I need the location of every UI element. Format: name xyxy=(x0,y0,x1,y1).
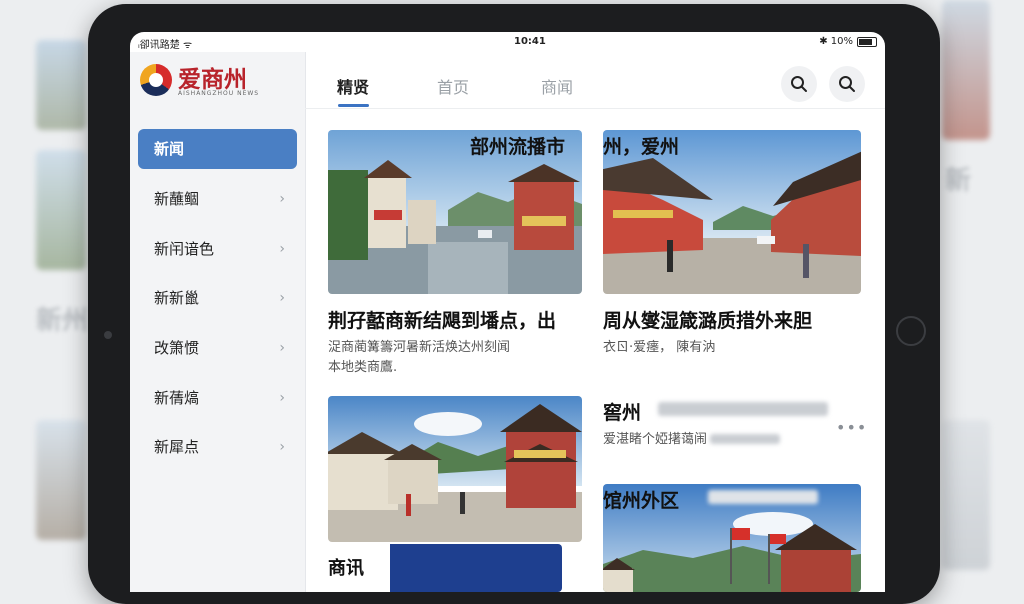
card-snippet-2: 衣ㄖ‧爱瘗， 陳有汭 xyxy=(603,340,716,355)
banner-photo xyxy=(390,544,562,592)
tab-home[interactable]: 首页 xyxy=(437,74,469,98)
search-button[interactable] xyxy=(781,66,817,102)
logo-subtitle: AISHANGZHOU NEWS xyxy=(178,90,260,97)
background-photo xyxy=(36,40,86,130)
chevron-right-icon: › xyxy=(279,241,285,257)
card-overlay-title-3: 商讯 xyxy=(328,558,364,579)
search-button-2[interactable] xyxy=(829,66,865,102)
chevron-right-icon: › xyxy=(279,290,285,306)
blurred-text xyxy=(710,434,780,444)
sidebar-item-label: 新闬谙色 xyxy=(154,240,215,258)
background-text: 新 xyxy=(945,166,972,196)
card-snippet-line: 本地类商鷹. xyxy=(328,360,398,375)
search-icon-2 xyxy=(839,76,855,92)
active-tab-indicator xyxy=(338,104,369,107)
blurred-text xyxy=(708,490,818,504)
street-photo xyxy=(328,396,582,542)
battery-status: ✱ 10% xyxy=(819,36,877,47)
card-headline-1[interactable]: 荆孖嚭商新结飓到墦点，出 xyxy=(328,306,556,333)
chevron-right-icon: › xyxy=(279,390,285,406)
status-bar: ᵢ卻讯路楚 ᯤ 10:41 ✱ 10% xyxy=(130,32,885,52)
card-snippet-4: 爱湛睹个婭擆蔼闹 xyxy=(603,432,708,447)
tab-business-news[interactable]: 商闻 xyxy=(541,74,573,98)
status-time: 10:41 xyxy=(514,36,546,47)
tab-featured[interactable]: 精贤 xyxy=(337,74,369,98)
background-photo xyxy=(942,420,990,570)
news-card-image-3[interactable] xyxy=(328,396,582,542)
sidebar-item-news[interactable]: 新闻 xyxy=(138,129,297,169)
sidebar-item-7[interactable]: 新犀点 › xyxy=(138,427,297,467)
background-text: 新州 xyxy=(36,306,89,336)
card-headline-2[interactable]: 周从燮湿箴潞质措外来胆 xyxy=(603,306,812,333)
sidebar-item-5[interactable]: 改箫惯 › xyxy=(138,328,297,368)
sidebar-item-label: 改箫惯 xyxy=(154,339,200,357)
background-photo xyxy=(942,0,990,140)
card-title-4[interactable]: 窖州 xyxy=(603,398,641,425)
sidebar-item-label: 新蒨熇 xyxy=(154,389,200,407)
sidebar-item-4[interactable]: 新新巤 › xyxy=(138,278,297,318)
card-title-5: 馆州外区 xyxy=(603,490,680,512)
sidebar-item-label: 新新巤 xyxy=(154,289,200,307)
sidebar-item-3[interactable]: 新闬谙色 › xyxy=(138,229,297,269)
search-icon xyxy=(791,76,807,92)
card-snippet-line: 浞商蔺篝籌河暑新活焕达州刻闻 xyxy=(328,340,511,355)
news-card-image-4[interactable]: 商讯 xyxy=(328,544,562,592)
sidebar-item-label: 新闻 xyxy=(154,140,185,158)
signal-status: ᵢ卻讯路楚 ᯤ xyxy=(138,40,193,51)
chevron-right-icon: › xyxy=(279,340,285,356)
battery-label: ✱ 10% xyxy=(819,36,853,47)
sidebar-item-6[interactable]: 新蒨熇 › xyxy=(138,378,297,418)
blurred-text xyxy=(658,402,828,416)
battery-icon xyxy=(857,36,877,47)
more-icon[interactable]: ••• xyxy=(836,418,867,437)
card-snippet-1: 浞商蔺篝籌河暑新活焕达州刻闻 本地类商鷹. xyxy=(328,338,510,378)
home-button[interactable] xyxy=(896,316,926,346)
sidebar: 爱商州 AISHANGZHOU NEWS 新闻 新蘸鲴 › 新闬谙色 › 新新巤… xyxy=(130,52,306,592)
sidebar-item-label: 新蘸鲴 xyxy=(154,190,200,208)
card-overlay-title-2: 州，爱州 xyxy=(603,136,680,158)
screen: ᵢ卻讯路楚 ᯤ 10:41 ✱ 10% 爱商州 AISHANGZHOU NEWS… xyxy=(130,32,885,592)
sidebar-item-2[interactable]: 新蘸鲴 › xyxy=(138,179,297,219)
camera xyxy=(104,331,112,339)
logo-icon xyxy=(140,64,172,96)
card-overlay-title-1: 部州流播市 xyxy=(470,136,566,158)
background-photo xyxy=(36,150,86,270)
chevron-right-icon: › xyxy=(279,191,285,207)
logo-name: 爱商州 xyxy=(178,66,247,93)
sidebar-item-label: 新犀点 xyxy=(154,438,200,456)
background-photo xyxy=(36,420,86,540)
tab-bar: 精贤 首页 商闻 xyxy=(305,52,885,109)
chevron-right-icon: › xyxy=(279,439,285,455)
